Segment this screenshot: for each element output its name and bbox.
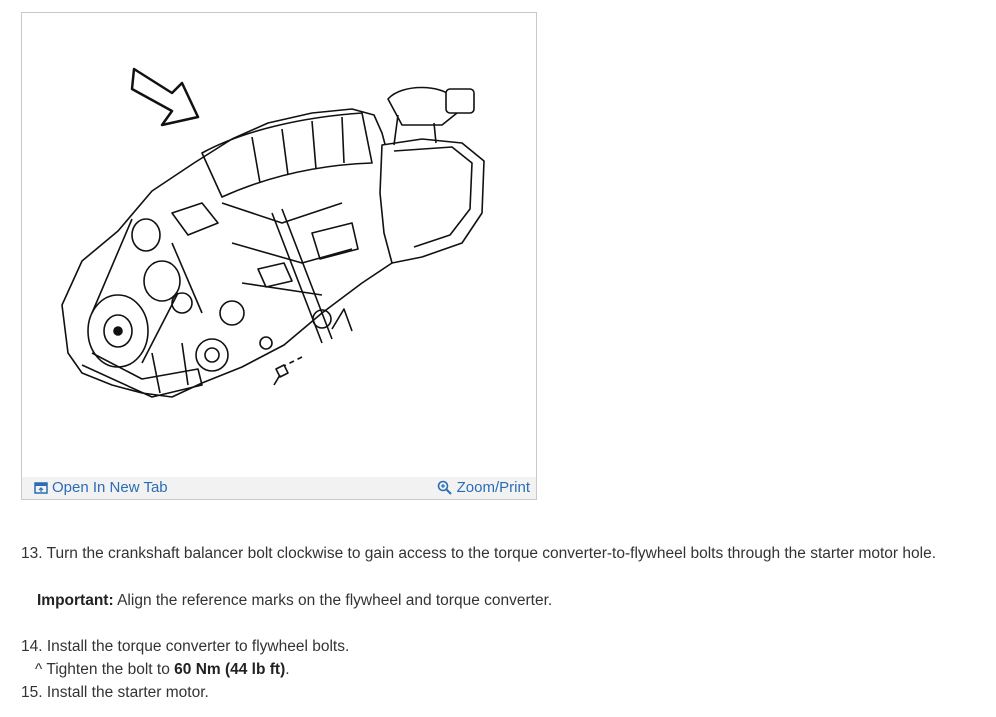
direction-arrow	[130, 67, 200, 127]
step-14-number: 14.	[21, 638, 43, 655]
magnifier-icon	[437, 480, 452, 495]
step-14: 14. Install the torque converter to flyw…	[21, 636, 349, 658]
step-15: 15. Install the starter motor.	[21, 682, 209, 704]
important-label: Important:	[37, 592, 114, 609]
zoom-print-label: Zoom/Print	[456, 479, 530, 496]
open-in-new-tab-link[interactable]: Open In New Tab	[34, 479, 168, 497]
figure-frame: Open In New Tab Zoom/Print	[21, 12, 537, 500]
substep-period: .	[285, 661, 290, 678]
substep-bullet: ^	[35, 661, 43, 678]
step-14-text: Install the torque converter to flywheel…	[46, 638, 350, 655]
figure-toolbar: Open In New Tab Zoom/Print	[22, 477, 536, 499]
step-15-number: 15.	[21, 684, 43, 701]
important-text: Align the reference marks on the flywhee…	[117, 592, 553, 609]
open-in-new-tab-label: Open In New Tab	[52, 479, 168, 496]
important-note: Important: Align the reference marks on …	[37, 590, 552, 612]
step-13-text: Turn the crankshaft balancer bolt clockw…	[46, 545, 936, 562]
zoom-print-link[interactable]: Zoom/Print	[437, 479, 530, 497]
step-14-substep: ^ Tighten the bolt to 60 Nm (44 lb ft).	[35, 659, 290, 681]
step-13-number: 13.	[21, 545, 43, 562]
engine-illustration	[61, 67, 485, 398]
substep-text: Tighten the bolt to	[46, 661, 170, 678]
step-13: 13. Turn the crankshaft balancer bolt cl…	[21, 543, 936, 565]
new-window-icon	[34, 482, 48, 494]
step-15-text: Install the starter motor.	[46, 684, 209, 701]
torque-value: 60 Nm (44 lb ft)	[174, 661, 286, 678]
